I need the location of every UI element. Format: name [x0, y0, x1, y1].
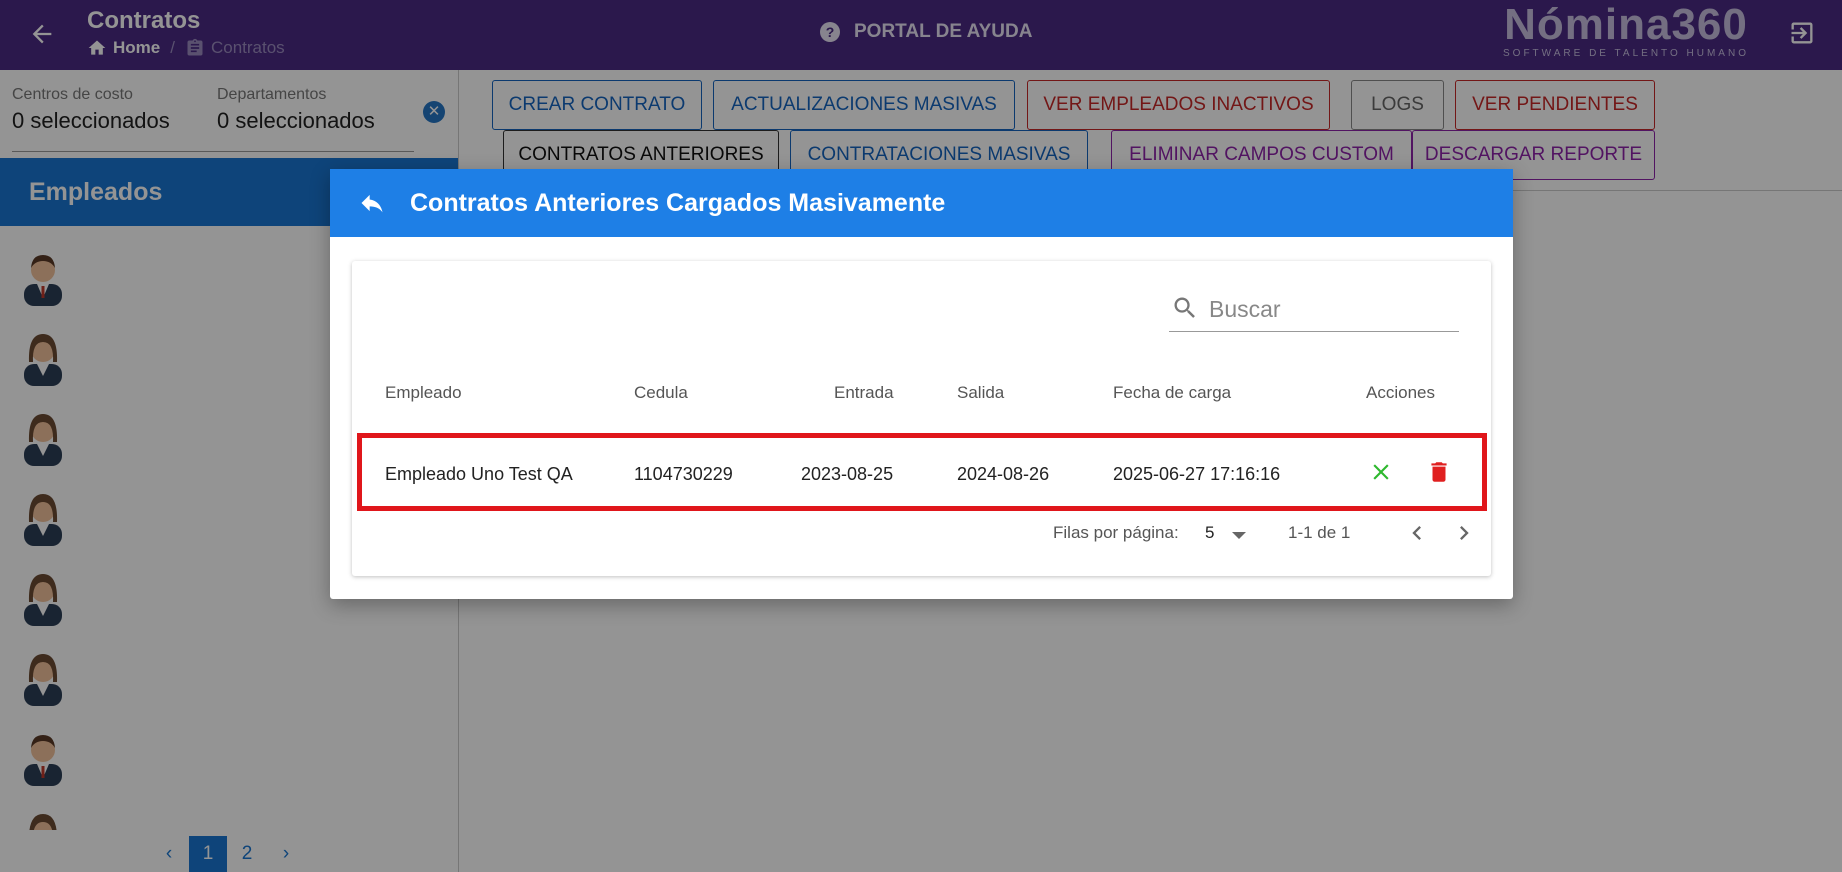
dialog-header: Contratos Anteriores Cargados Masivament…	[330, 169, 1513, 237]
cell-cedula: 1104730229	[634, 464, 733, 484]
column-header-salida[interactable]: Salida	[957, 383, 1004, 403]
chevron-right-icon[interactable]	[1450, 519, 1478, 547]
rows-per-page-select[interactable]: 5	[1205, 523, 1214, 543]
column-header-entrada[interactable]: Entrada	[834, 383, 894, 403]
trash-icon[interactable]	[1426, 459, 1452, 485]
cell-entrada: 2023-08-25	[801, 464, 894, 484]
contracts-table-card: Empleado Cedula Entrada Salida Fecha de …	[352, 261, 1491, 576]
previous-contracts-dialog: Contratos Anteriores Cargados Masivament…	[330, 169, 1513, 599]
cell-empleado: Empleado Uno Test QA	[385, 464, 573, 484]
chevron-left-icon[interactable]	[1403, 519, 1431, 547]
column-header-acciones: Acciones	[1366, 383, 1435, 402]
reply-icon[interactable]	[358, 189, 386, 217]
chevron-down-icon[interactable]	[1232, 532, 1246, 539]
close-x-icon[interactable]	[1368, 459, 1394, 485]
dialog-title: Contratos Anteriores Cargados Masivament…	[410, 189, 946, 217]
cell-fecha-carga: 2025-06-27 17:16:16	[1113, 464, 1281, 484]
column-header-cedula[interactable]: Cedula	[634, 383, 688, 403]
search-field	[1169, 287, 1459, 332]
search-input[interactable]	[1207, 291, 1451, 327]
rows-per-page-label: Filas por página:	[1053, 523, 1179, 542]
column-header-empleado[interactable]: Empleado	[385, 383, 462, 403]
cell-salida: 2024-08-26	[957, 464, 1050, 484]
column-header-fecha-carga[interactable]: Fecha de carga	[1113, 383, 1231, 403]
search-icon	[1174, 297, 1195, 318]
pagination-range: 1-1 de 1	[1288, 523, 1351, 542]
